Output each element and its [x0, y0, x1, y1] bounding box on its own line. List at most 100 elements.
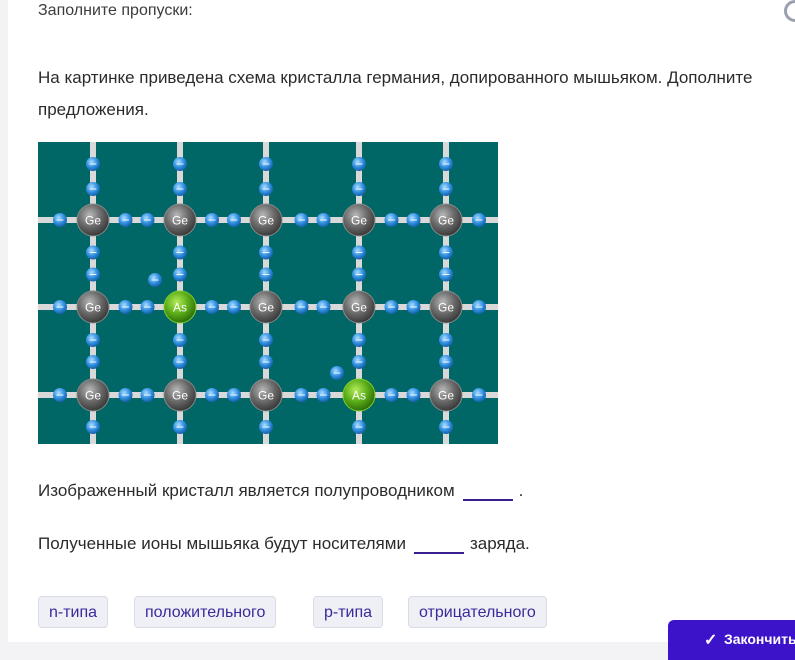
- electron-sign: −: [387, 214, 396, 227]
- electron-sign: −: [387, 301, 396, 314]
- electron-sign: −: [207, 389, 216, 402]
- electron-sign: −: [354, 183, 363, 196]
- electron-sign: −: [354, 356, 363, 369]
- electron-sign: −: [409, 214, 418, 227]
- electron-sign: −: [354, 268, 363, 281]
- electron-sign: −: [319, 214, 328, 227]
- electron-sign: −: [319, 301, 328, 314]
- blank-2[interactable]: [413, 532, 464, 554]
- electron-sign: −: [441, 268, 450, 281]
- electron-sign: −: [332, 367, 341, 380]
- electron-sign: −: [474, 389, 483, 402]
- electron-sign: −: [261, 246, 270, 259]
- electron-sign: −: [175, 268, 184, 281]
- electron-sign: −: [175, 334, 184, 347]
- electron-sign: −: [88, 356, 97, 369]
- electron-sign: −: [297, 214, 306, 227]
- electron-sign: −: [354, 334, 363, 347]
- electron-sign: −: [261, 356, 270, 369]
- option-p-type[interactable]: p-типа: [313, 596, 384, 628]
- electron-sign: −: [121, 214, 130, 227]
- question-card: Заполните пропуски: На картинке приведен…: [8, 0, 795, 642]
- atom-label: Ge: [438, 389, 454, 403]
- crystal-diagram: − − − − − − − − − − − − − − − − − − − − − − − − − − − − − − − − − − − − − − − −…: [38, 142, 498, 444]
- electron-sign: −: [354, 246, 363, 259]
- electron-sign: −: [354, 158, 363, 171]
- sentence-1-text: Изображенный кристалл является полупрово…: [38, 481, 455, 500]
- electron-sign: −: [441, 421, 450, 434]
- electron-sign: −: [441, 246, 450, 259]
- atom-label: Ge: [351, 301, 367, 315]
- electron-sign: −: [150, 274, 159, 287]
- atom-label: As: [173, 301, 187, 315]
- electron-sign: −: [441, 183, 450, 196]
- electron-sign: −: [387, 389, 396, 402]
- question-text: На картинке приведена схема кристалла ге…: [38, 68, 753, 119]
- electron-sign: −: [175, 246, 184, 259]
- sentence-2-text: Полученные ионы мышьяка будут носителями: [38, 534, 406, 553]
- electron-sign: −: [261, 158, 270, 171]
- electron-sign: −: [474, 214, 483, 227]
- electron-sign: −: [55, 301, 64, 314]
- option-positive[interactable]: положительного: [134, 596, 277, 628]
- electron-sign: −: [261, 421, 270, 434]
- electron-sign: −: [441, 356, 450, 369]
- electron-sign: −: [229, 214, 238, 227]
- electron-sign: −: [88, 421, 97, 434]
- atom-label: Ge: [351, 214, 367, 228]
- electron-sign: −: [175, 158, 184, 171]
- electron-sign: −: [88, 268, 97, 281]
- atom-label: Ge: [258, 389, 274, 403]
- electron-sign: −: [409, 389, 418, 402]
- electron-sign: −: [261, 183, 270, 196]
- electron-sign: −: [354, 421, 363, 434]
- sentence-1: Изображенный кристалл является полупрово…: [38, 479, 523, 501]
- finish-button[interactable]: ✓ Закончить: [668, 620, 795, 660]
- atom-label: Ge: [438, 214, 454, 228]
- electron-sign: −: [175, 183, 184, 196]
- electron-sign: −: [207, 301, 216, 314]
- electron-sign: −: [88, 246, 97, 259]
- electron-sign: −: [175, 421, 184, 434]
- atom-label: Ge: [85, 389, 101, 403]
- electron-sign: −: [175, 356, 184, 369]
- sentence-2: Полученные ионы мышьяка будут носителями…: [38, 532, 530, 554]
- sentence-1-end: .: [518, 481, 524, 500]
- crystal-svg: − − − − − − − − − − − − − − − − − − − − − − − − − − − − − − − − − − − − − − − −…: [38, 142, 498, 444]
- atom-label: Ge: [258, 301, 274, 315]
- electron-sign: −: [143, 389, 152, 402]
- electron-sign: −: [121, 301, 130, 314]
- atom-label: Ge: [85, 301, 101, 315]
- electron-sign: −: [297, 389, 306, 402]
- electron-sign: −: [143, 301, 152, 314]
- atom-label: Ge: [258, 214, 274, 228]
- electron-sign: −: [229, 389, 238, 402]
- instruction-text: Заполните пропуски:: [38, 2, 193, 19]
- electron-sign: −: [88, 183, 97, 196]
- electron-sign: −: [143, 214, 152, 227]
- option-negative[interactable]: отрицательного: [408, 596, 547, 628]
- electron-sign: −: [261, 334, 270, 347]
- electron-sign: −: [441, 158, 450, 171]
- electron-sign: −: [261, 268, 270, 281]
- finish-button-label: Закончить: [724, 631, 795, 647]
- blank-1[interactable]: [462, 479, 513, 501]
- atom-label: Ge: [172, 214, 188, 228]
- electron-sign: −: [88, 334, 97, 347]
- electron-sign: −: [207, 214, 216, 227]
- electron-sign: −: [409, 301, 418, 314]
- check-icon: ✓: [704, 632, 718, 649]
- electron-sign: −: [88, 158, 97, 171]
- electron-sign: −: [319, 389, 328, 402]
- option-n-type[interactable]: n-типа: [38, 596, 109, 628]
- atom-label: Ge: [85, 214, 101, 228]
- electron-sign: −: [55, 214, 64, 227]
- electron-sign: −: [229, 301, 238, 314]
- sentence-2-end: заряда.: [469, 534, 530, 553]
- electron-sign: −: [121, 389, 130, 402]
- atom-label: Ge: [438, 301, 454, 315]
- atom-label: Ge: [172, 389, 188, 403]
- electron-sign: −: [474, 301, 483, 314]
- atom-label: As: [352, 389, 366, 403]
- electron-sign: −: [441, 334, 450, 347]
